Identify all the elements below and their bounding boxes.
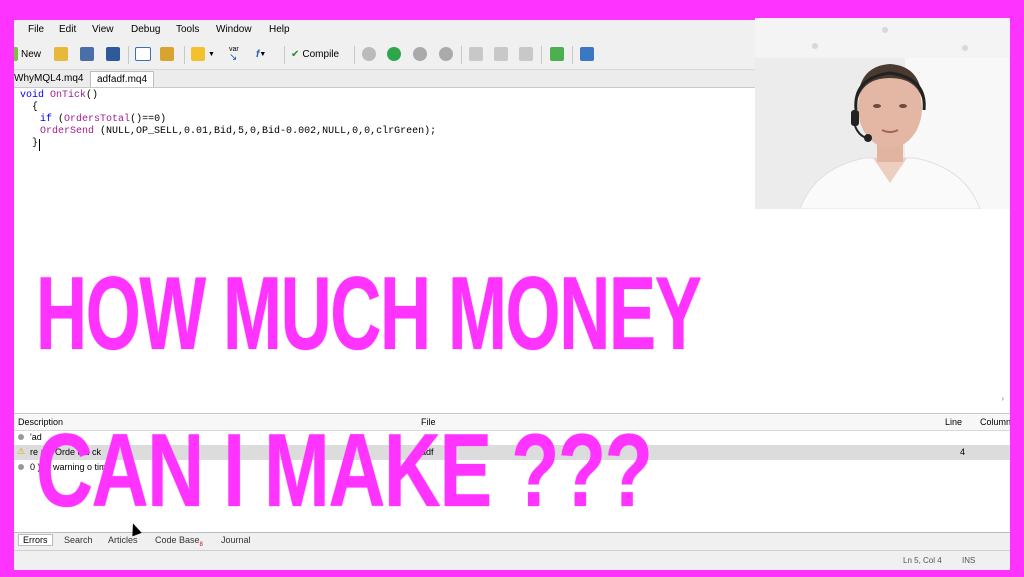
panel-icon — [135, 47, 151, 61]
menu-debug[interactable]: Debug — [131, 24, 160, 35]
notification-badge: 8 — [199, 541, 203, 548]
step-out-icon — [519, 47, 533, 61]
open-button[interactable] — [54, 46, 71, 62]
folder-icon — [54, 47, 68, 61]
separator — [354, 46, 355, 64]
tab-journal[interactable]: Journal — [221, 535, 251, 545]
code-line: { — [32, 102, 39, 113]
tab-search[interactable]: Search — [64, 535, 93, 545]
start-debug-button[interactable] — [387, 46, 404, 62]
pause-icon — [413, 47, 427, 61]
status-bar: Ln 5, Col 4 INS — [14, 550, 1010, 570]
tab-articles[interactable]: Articles — [108, 535, 138, 545]
separator — [541, 46, 542, 64]
separator — [284, 46, 285, 64]
profile-icon — [362, 47, 376, 61]
arrow-right-icon — [550, 47, 564, 61]
code-line: if (OrdersTotal()==0) — [40, 114, 167, 125]
separator — [184, 46, 185, 64]
headline-line-1: HOW MUCH MONEY — [36, 256, 702, 372]
toolbox-button[interactable] — [160, 46, 177, 62]
menu-view[interactable]: View — [92, 24, 114, 35]
save-icon — [80, 47, 94, 61]
text-caret — [39, 139, 40, 151]
insert-mode: INS — [962, 556, 976, 565]
warning-icon: ⚠ — [17, 446, 26, 456]
presenter-video — [755, 18, 1010, 209]
chevron-down-icon: ▼ — [259, 50, 267, 58]
save-button[interactable] — [80, 46, 97, 62]
webcam-overlay — [755, 18, 1010, 209]
step-out-button[interactable] — [519, 46, 536, 62]
insert-icon — [191, 47, 205, 61]
tab-adfadf[interactable]: adfadf.mq4 — [90, 71, 155, 87]
save-all-button[interactable] — [106, 46, 123, 62]
step-into-icon — [469, 47, 483, 61]
separator — [461, 46, 462, 64]
tab-code-base[interactable]: Code Base8 — [155, 535, 203, 548]
separator — [128, 46, 129, 64]
compile-button[interactable]: ✔ Compile — [291, 46, 339, 62]
run-to-cursor-button[interactable] — [550, 46, 567, 62]
code-line: OrderSend (NULL,OP_SELL,0.01,Bid,5,0,Bid… — [40, 126, 437, 137]
menu-edit[interactable]: Edit — [59, 24, 76, 35]
function-button[interactable]: f ▼ — [256, 46, 266, 62]
pause-button[interactable] — [413, 46, 430, 62]
menu-window[interactable]: Window — [216, 24, 252, 35]
terminal-button[interactable] — [580, 46, 597, 62]
step-over-icon — [494, 47, 508, 61]
separator — [572, 46, 573, 64]
new-icon — [14, 47, 18, 61]
step-into-button[interactable] — [469, 46, 486, 62]
chart-icon — [580, 47, 594, 61]
menu-help[interactable]: Help — [269, 24, 290, 35]
compile-label: Compile — [302, 48, 340, 60]
info-icon — [18, 434, 24, 440]
toolbox-icon — [160, 47, 174, 61]
info-icon — [18, 464, 24, 470]
cursor-position: Ln 5, Col 4 — [903, 556, 942, 565]
step-over-button[interactable] — [494, 46, 511, 62]
save-all-icon — [106, 47, 120, 61]
new-button[interactable]: New — [14, 46, 41, 62]
menu-file[interactable]: File — [28, 24, 44, 35]
toolbox-tabs: Errors Search Articles Code Base8 Journa… — [14, 532, 1010, 550]
headline-line-2: CAN I MAKE ??? — [36, 413, 653, 529]
code-line: void OnTick() — [20, 90, 99, 101]
insert-button[interactable]: ▼ — [191, 46, 215, 62]
arrow-icon: ↘ — [229, 52, 238, 63]
col-column[interactable]: Column — [980, 417, 1010, 427]
chevron-down-icon: ▼ — [208, 50, 215, 58]
tab-whymql4[interactable]: WhyMQL4.mq4 — [14, 71, 89, 86]
tab-errors[interactable]: Errors — [18, 534, 53, 546]
new-label: New — [21, 48, 42, 60]
stop-icon — [439, 47, 453, 61]
error-line: 4 — [960, 447, 966, 457]
menu-tools[interactable]: Tools — [176, 24, 199, 35]
col-line[interactable]: Line — [945, 417, 962, 427]
navigator-button[interactable] — [135, 46, 154, 62]
check-icon: ✔ — [291, 48, 300, 60]
play-icon — [387, 47, 401, 61]
scroll-right-icon[interactable]: › — [1001, 394, 1004, 403]
stop-button[interactable] — [439, 46, 456, 62]
code-line: } — [32, 138, 39, 149]
var-button[interactable]: var ↘ — [229, 46, 239, 63]
profile-button[interactable] — [362, 46, 379, 62]
